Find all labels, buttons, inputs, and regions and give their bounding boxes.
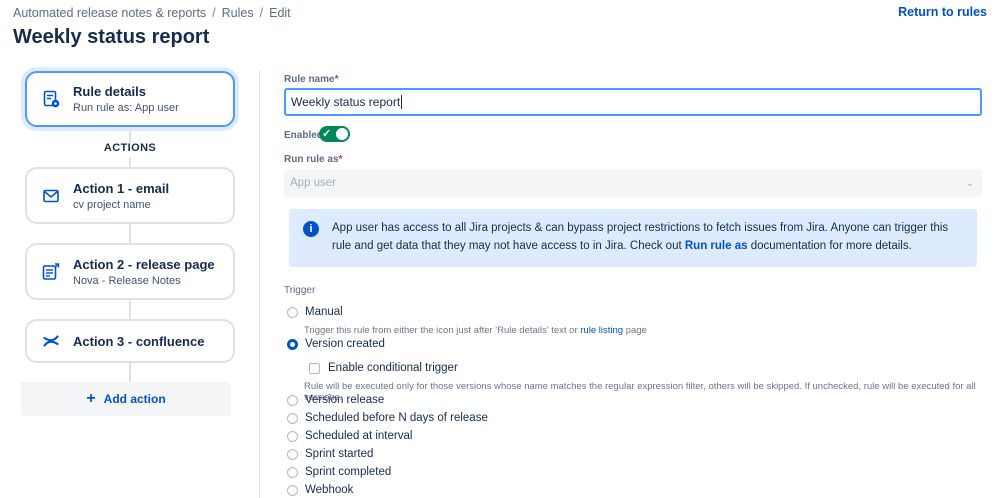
trigger-manual-helper: Trigger this rule from either the icon j… (304, 325, 647, 336)
add-action-button[interactable]: + Add action (21, 382, 231, 416)
trigger-version-release-label: Version release (305, 394, 385, 406)
rule-name-input[interactable]: Weekly status report (284, 88, 982, 116)
return-to-rules-link[interactable]: Return to rules (898, 5, 987, 19)
conditional-trigger-label: Enable conditional trigger (328, 362, 458, 374)
info-panel: i App user has access to all Jira projec… (289, 209, 977, 267)
info-icon: i (303, 221, 319, 237)
confluence-icon (41, 331, 61, 351)
helper-text: Trigger this rule from either the icon j… (304, 325, 578, 336)
required-mark: * (334, 74, 339, 85)
plus-icon: + (86, 390, 96, 407)
trigger-webhook-label: Webhook (305, 484, 354, 496)
action-1-card[interactable]: Action 1 - email cv project name (25, 167, 235, 224)
radio-button[interactable] (287, 394, 298, 406)
trigger-manual-label: Manual (305, 306, 343, 318)
radio-button-selected[interactable] (287, 338, 298, 350)
trigger-scheduled-before[interactable]: Scheduled before N days of release (287, 412, 488, 424)
breadcrumb-rules[interactable]: Rules (222, 6, 254, 20)
actions-heading: ACTIONS (103, 142, 157, 154)
trigger-scheduled-interval[interactable]: Scheduled at interval (287, 430, 412, 442)
enabled-toggle[interactable]: ✓ (319, 126, 350, 142)
check-icon: ✓ (322, 128, 332, 140)
radio-button[interactable] (287, 430, 298, 442)
radio-button[interactable] (287, 448, 298, 460)
breadcrumb-separator: / (212, 6, 216, 20)
action-1-subtitle: cv project name (73, 198, 151, 211)
conditional-trigger-checkbox[interactable]: Enable conditional trigger (309, 362, 458, 374)
page-title: Weekly status report (13, 26, 210, 48)
rule-details-title: Rule details (73, 84, 146, 99)
trigger-sprint-completed-label: Sprint completed (305, 466, 392, 478)
rule-details-card[interactable]: Rule details Run rule as: App user (25, 71, 235, 127)
toggle-knob (336, 128, 348, 140)
run-as-select[interactable]: App user ⌄ (284, 169, 982, 197)
radio-button[interactable] (287, 306, 298, 318)
chevron-down-icon: ⌄ (965, 177, 974, 189)
breadcrumb-edit: Edit (269, 6, 291, 20)
action-1-title: Action 1 - email (73, 180, 170, 196)
action-2-title: Action 2 - release page (73, 256, 215, 272)
trigger-version-created[interactable]: Version created (287, 338, 385, 350)
trigger-version-created-label: Version created (305, 338, 385, 350)
breadcrumb: Automated release notes & reports / Rule… (13, 6, 291, 20)
breadcrumb-separator: / (259, 6, 264, 20)
email-icon (41, 186, 61, 206)
run-as-label: Run rule as* (284, 154, 342, 165)
run-rule-as-link[interactable]: Run rule as (685, 240, 748, 252)
rule-name-value: Weekly status report (291, 95, 401, 109)
trigger-sprint-started-label: Sprint started (305, 448, 374, 460)
checkbox[interactable] (309, 362, 320, 374)
helper-text-end: page (625, 325, 647, 336)
trigger-sprint-completed[interactable]: Sprint completed (287, 466, 391, 478)
radio-button[interactable] (287, 484, 298, 496)
trigger-scheduled-before-label: Scheduled before N days of release (305, 412, 488, 424)
trigger-manual[interactable]: Manual (287, 306, 343, 318)
info-text-end: documentation for more details. (750, 240, 912, 252)
text-caret (401, 95, 403, 109)
action-2-card[interactable]: Action 2 - release page Nova - Release N… (25, 243, 235, 300)
action-3-title: Action 3 - confluence (73, 333, 205, 349)
rule-listing-link[interactable]: rule listing (580, 325, 623, 336)
page-icon (41, 262, 61, 282)
rule-details-subtitle: Run rule as: App user (73, 102, 179, 114)
add-action-label: Add action (103, 392, 166, 406)
enabled-label: Enabled (284, 130, 323, 141)
flow-connector (129, 128, 131, 142)
conditional-trigger-helper: Rule will be executed only for those ver… (304, 381, 976, 403)
required-mark: * (338, 154, 343, 165)
document-settings-icon (41, 89, 61, 109)
action-3-card[interactable]: Action 3 - confluence (25, 319, 235, 363)
trigger-webhook[interactable]: Webhook (287, 484, 353, 496)
radio-button[interactable] (287, 466, 298, 478)
trigger-scheduled-interval-label: Scheduled at interval (305, 430, 413, 442)
radio-button[interactable] (287, 412, 298, 424)
breadcrumb-root[interactable]: Automated release notes & reports (13, 6, 206, 20)
column-divider (259, 70, 260, 498)
run-as-value: App user (290, 177, 337, 189)
trigger-sprint-started[interactable]: Sprint started (287, 448, 373, 460)
run-as-label-text: Run rule as (284, 154, 339, 165)
trigger-version-release[interactable]: Version release (287, 394, 384, 406)
rule-name-label: Rule name* (284, 74, 338, 85)
trigger-label: Trigger (284, 285, 316, 296)
action-2-subtitle: Nova - Release Notes (73, 274, 181, 287)
rule-name-label-text: Rule name (284, 74, 335, 85)
